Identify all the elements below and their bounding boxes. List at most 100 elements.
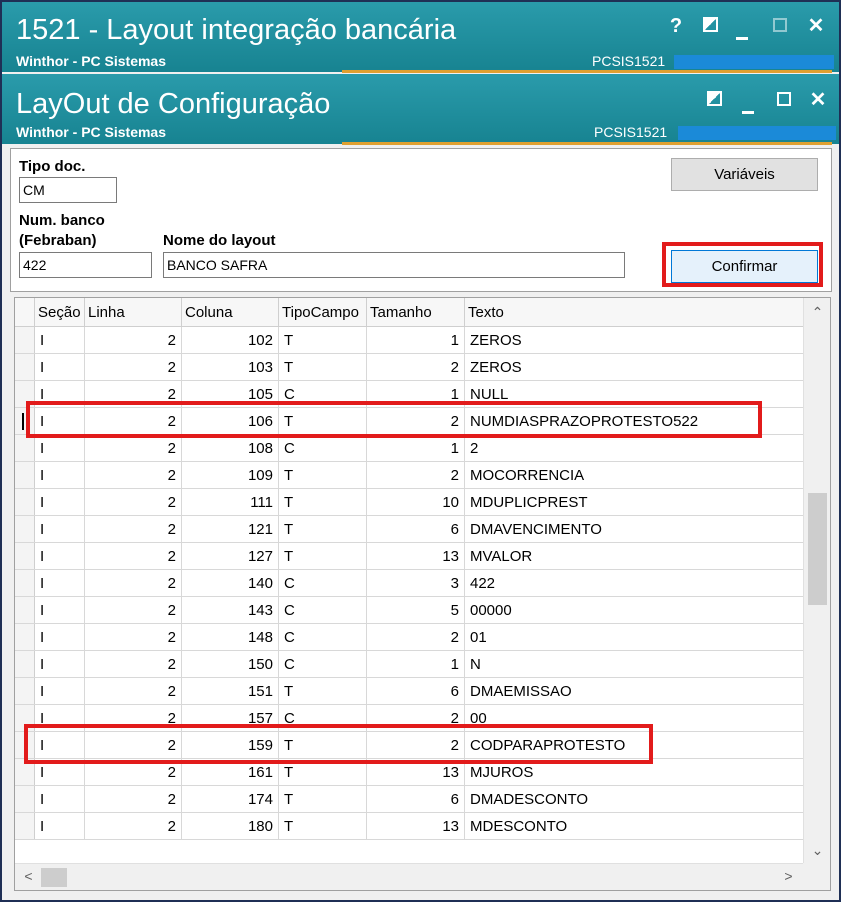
cell-coluna[interactable]: 105 — [182, 381, 279, 407]
cell-linha[interactable]: 2 — [85, 813, 182, 839]
cell-tipocampo[interactable]: C — [279, 435, 367, 461]
cell-coluna[interactable]: 159 — [182, 732, 279, 758]
minimize-icon[interactable] — [736, 88, 760, 114]
cell-secao[interactable]: I — [35, 651, 85, 677]
layout-table[interactable]: Seção Linha Coluna TipoCampo Tamanho Tex… — [14, 297, 831, 891]
cell-secao[interactable]: I — [35, 813, 85, 839]
close-icon[interactable]: ✕ — [804, 14, 828, 38]
chevron-right-icon[interactable]: > — [775, 868, 802, 884]
cell-texto[interactable]: 00000 — [465, 597, 803, 623]
chevron-down-icon[interactable]: ⌄ — [804, 842, 830, 859]
cell-secao[interactable]: I — [35, 678, 85, 704]
restore-icon[interactable] — [702, 88, 726, 112]
horizontal-scrollbar[interactable]: < > — [15, 863, 803, 890]
cell-secao[interactable]: I — [35, 435, 85, 461]
cell-coluna[interactable]: 109 — [182, 462, 279, 488]
cell-texto[interactable]: ZEROS — [465, 354, 803, 380]
row-selector[interactable] — [15, 543, 35, 569]
cell-tamanho[interactable]: 2 — [367, 624, 465, 650]
vertical-scroll-thumb[interactable] — [808, 493, 827, 605]
vertical-scrollbar[interactable]: ⌃ ⌄ — [803, 298, 830, 863]
confirmar-button[interactable]: Confirmar — [671, 250, 818, 283]
cell-tamanho[interactable]: 1 — [367, 651, 465, 677]
row-selector[interactable] — [15, 732, 35, 758]
cell-secao[interactable]: I — [35, 462, 85, 488]
row-selector[interactable] — [15, 381, 35, 407]
cell-linha[interactable]: 2 — [85, 408, 182, 434]
cell-linha[interactable]: 2 — [85, 624, 182, 650]
cell-tipocampo[interactable]: T — [279, 543, 367, 569]
cell-secao[interactable]: I — [35, 624, 85, 650]
chevron-up-icon[interactable]: ⌃ — [804, 304, 830, 321]
cell-texto[interactable]: ZEROS — [465, 327, 803, 353]
table-row[interactable]: I 2 121 T 6 DMAVENCIMENTO — [15, 516, 803, 543]
cell-tamanho[interactable]: 13 — [367, 543, 465, 569]
cell-secao[interactable]: I — [35, 759, 85, 785]
cell-tamanho[interactable]: 6 — [367, 516, 465, 542]
cell-texto[interactable]: NULL — [465, 381, 803, 407]
cell-coluna[interactable]: 161 — [182, 759, 279, 785]
cell-coluna[interactable]: 180 — [182, 813, 279, 839]
cell-linha[interactable]: 2 — [85, 570, 182, 596]
table-row[interactable]: I 2 151 T 6 DMAEMISSAO — [15, 678, 803, 705]
cell-coluna[interactable]: 148 — [182, 624, 279, 650]
cell-tamanho[interactable]: 13 — [367, 813, 465, 839]
cell-linha[interactable]: 2 — [85, 327, 182, 353]
chevron-left-icon[interactable]: < — [15, 868, 42, 884]
cell-linha[interactable]: 2 — [85, 489, 182, 515]
header-texto[interactable]: Texto — [465, 298, 803, 326]
table-row[interactable]: I 2 102 T 1 ZEROS — [15, 327, 803, 354]
num-banco-field[interactable] — [19, 252, 152, 278]
cell-secao[interactable]: I — [35, 732, 85, 758]
cell-coluna[interactable]: 127 — [182, 543, 279, 569]
cell-tamanho[interactable]: 10 — [367, 489, 465, 515]
cell-texto[interactable]: 2 — [465, 435, 803, 461]
row-selector[interactable] — [15, 705, 35, 731]
table-row[interactable]: I 2 103 T 2 ZEROS — [15, 354, 803, 381]
cell-linha[interactable]: 2 — [85, 462, 182, 488]
row-selector[interactable] — [15, 327, 35, 353]
cell-tipocampo[interactable]: T — [279, 732, 367, 758]
table-row[interactable]: I 2 174 T 6 DMADESCONTO — [15, 786, 803, 813]
cell-linha[interactable]: 2 — [85, 651, 182, 677]
cell-linha[interactable]: 2 — [85, 435, 182, 461]
cell-secao[interactable]: I — [35, 786, 85, 812]
table-row[interactable]: I 2 111 T 10 MDUPLICPREST — [15, 489, 803, 516]
cell-linha[interactable]: 2 — [85, 786, 182, 812]
row-selector[interactable] — [15, 354, 35, 380]
horizontal-scroll-thumb[interactable] — [41, 868, 67, 887]
row-selector[interactable] — [15, 624, 35, 650]
cell-texto[interactable]: MDESCONTO — [465, 813, 803, 839]
cell-secao[interactable]: I — [35, 705, 85, 731]
header-secao[interactable]: Seção — [35, 298, 85, 326]
table-row[interactable]: I 2 148 C 2 01 — [15, 624, 803, 651]
cell-tamanho[interactable]: 2 — [367, 732, 465, 758]
cell-tipocampo[interactable]: C — [279, 597, 367, 623]
row-selector[interactable] — [15, 651, 35, 677]
table-row[interactable]: I 2 105 C 1 NULL — [15, 381, 803, 408]
close-icon[interactable]: ✕ — [806, 88, 830, 112]
cell-coluna[interactable]: 174 — [182, 786, 279, 812]
cell-tipocampo[interactable]: T — [279, 678, 367, 704]
cell-coluna[interactable]: 103 — [182, 354, 279, 380]
help-icon[interactable]: ? — [664, 14, 688, 38]
cell-tipocampo[interactable]: T — [279, 408, 367, 434]
cell-tamanho[interactable]: 6 — [367, 786, 465, 812]
cell-texto[interactable]: 01 — [465, 624, 803, 650]
cell-linha[interactable]: 2 — [85, 516, 182, 542]
table-row[interactable]: I 2 150 C 1 N — [15, 651, 803, 678]
minimize-icon[interactable] — [730, 14, 754, 40]
cell-coluna[interactable]: 121 — [182, 516, 279, 542]
header-linha[interactable]: Linha — [85, 298, 182, 326]
nome-layout-field[interactable] — [163, 252, 625, 278]
table-row[interactable]: I 2 127 T 13 MVALOR — [15, 543, 803, 570]
cell-tamanho[interactable]: 2 — [367, 462, 465, 488]
cell-texto[interactable]: NUMDIASPRAZOPROTESTO522 — [465, 408, 803, 434]
cell-coluna[interactable]: 150 — [182, 651, 279, 677]
cell-secao[interactable]: I — [35, 381, 85, 407]
cell-texto[interactable]: DMADESCONTO — [465, 786, 803, 812]
cell-linha[interactable]: 2 — [85, 381, 182, 407]
cell-tipocampo[interactable]: T — [279, 516, 367, 542]
cell-tamanho[interactable]: 6 — [367, 678, 465, 704]
table-row[interactable]: I 2 140 C 3 422 — [15, 570, 803, 597]
